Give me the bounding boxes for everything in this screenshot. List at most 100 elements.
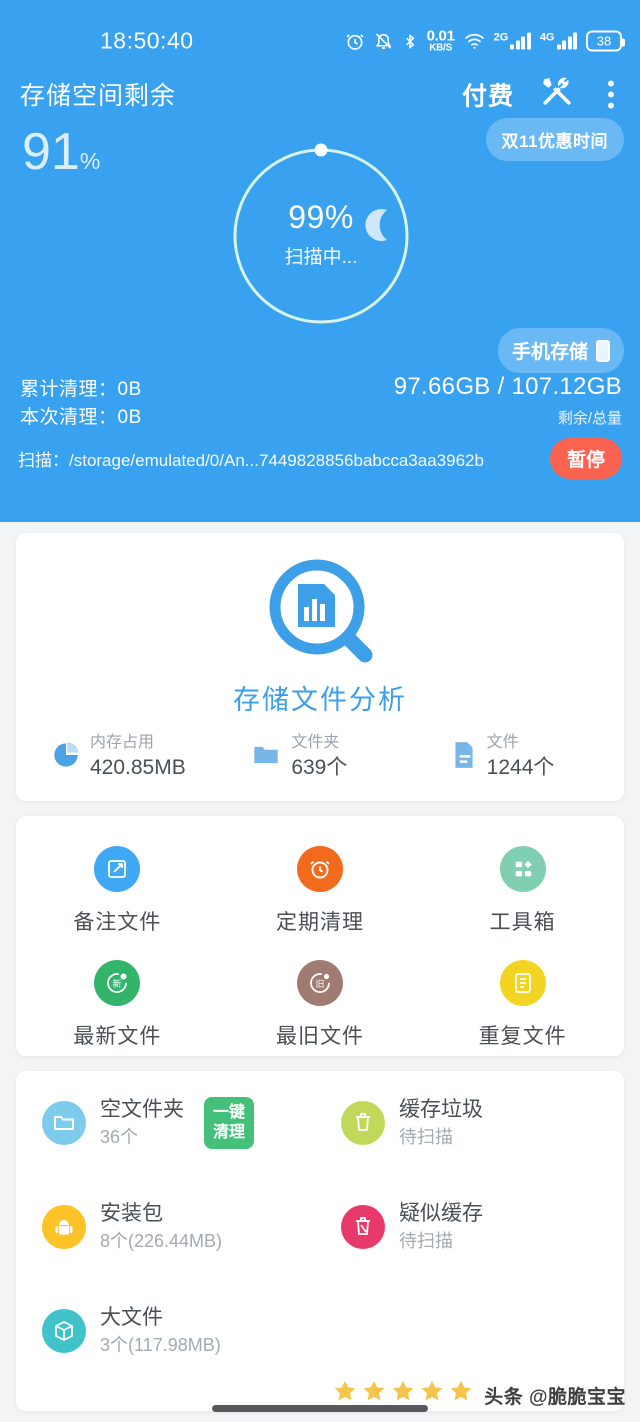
folder-icon: [251, 741, 281, 774]
bell-muted-icon: [374, 32, 393, 51]
list-item-cache-junk-name: 缓存垃圾: [399, 1098, 483, 1122]
shortcut-newest-files[interactable]: 新 最新文件: [16, 948, 219, 1062]
stat-files-label: 文件: [486, 734, 519, 751]
list-item-big-files[interactable]: 大文件 3个(117.98MB): [16, 1279, 325, 1383]
sim2-generation-label: 4G: [539, 31, 555, 44]
stat-memory-usage: 内存占用 420.85MB: [16, 733, 225, 781]
stat-folders-value: 639个: [291, 756, 348, 779]
list-item-suspected-cache[interactable]: 疑似缓存 待扫描: [325, 1175, 624, 1279]
junk-row-3: 大文件 3个(117.98MB): [16, 1279, 624, 1383]
storage-source-badge[interactable]: 手机存储: [497, 328, 624, 373]
pause-button[interactable]: 暂停: [549, 438, 622, 479]
alarm-icon: [345, 31, 365, 51]
shortcut-grid-row-1: 备注文件 定期清理 工具箱: [16, 834, 624, 948]
shortcut-grid: 备注文件 定期清理 工具箱 新 最新文件 旧 最旧文件 重复文件: [16, 834, 624, 1062]
total-cleaned-label: 累计清理：: [20, 379, 118, 400]
shortcut-note-files[interactable]: 备注文件: [16, 834, 219, 948]
scan-progress-percent: 99%: [288, 199, 354, 235]
shortcut-scheduled-clean-label: 定期清理: [276, 911, 364, 934]
list-item-empty-folders[interactable]: 空文件夹 36个 一键 清理: [16, 1071, 325, 1175]
pie-chart-icon: [52, 741, 80, 774]
percent-symbol: %: [79, 148, 101, 174]
empty-folder-icon: [42, 1101, 86, 1145]
list-item-empty-folders-sub: 36个: [100, 1127, 139, 1148]
storage-source-label: 手机存储: [511, 342, 588, 363]
junk-row-2: 安装包 8个(226.44MB) 疑似缓存 待扫描: [16, 1175, 624, 1279]
file-icon: [451, 740, 477, 775]
title-bar-actions: 付费: [462, 75, 622, 114]
one-key-clean-button[interactable]: 一键 清理: [204, 1097, 255, 1149]
shortcut-grid-row-2: 新 最新文件 旧 最旧文件 重复文件: [16, 948, 624, 1062]
duplicate-file-icon: [499, 960, 546, 1006]
shortcut-grid-card: 备注文件 定期清理 工具箱 新 最新文件 旧 最旧文件 重复文件: [16, 816, 624, 1056]
page-title: 存储空间剩余: [20, 82, 177, 110]
old-file-icon: 旧: [297, 960, 343, 1006]
storage-analysis-title: 存储文件分析: [233, 685, 407, 715]
shortcut-toolbox-label: 工具箱: [489, 911, 556, 934]
junk-category-list: 空文件夹 36个 一键 清理 缓存垃圾 待扫描 安装包 8个(226.44MB)…: [16, 1071, 624, 1383]
this-cleaned-row: 本次清理：0B: [20, 404, 142, 432]
title-bar: 存储空间剩余 付费: [0, 66, 640, 122]
app-root: 18:50:40 0.01 KB/S 2G 4G 38 存储空间剩余 付费 91…: [0, 0, 640, 1422]
battery-level-label: 38: [596, 33, 612, 49]
sim1-generation-label: 2G: [493, 31, 509, 44]
network-speed-value: 0.01: [426, 27, 455, 45]
total-cleaned-row: 累计清理：0B: [20, 376, 142, 404]
wifi-icon: [464, 33, 485, 50]
list-item-empty-folders-name: 空文件夹: [100, 1098, 184, 1122]
shortcut-oldest-files-label: 最旧文件: [276, 1025, 364, 1048]
big-file-box-icon: [42, 1308, 86, 1353]
storage-summary-value: 97.66GB / 107.12GB: [393, 373, 622, 400]
shortcut-scheduled-clean[interactable]: 定期清理: [219, 834, 422, 948]
toolbox-grid-icon: [499, 846, 546, 892]
list-item-big-files-name: 大文件: [100, 1305, 163, 1329]
list-item-apk-packages-sub: 8个(226.44MB): [100, 1231, 223, 1252]
shortcut-note-files-label: 备注文件: [73, 911, 162, 934]
storage-analysis-stats: 内存占用 420.85MB 文件夹 639个 文件 1244个: [16, 733, 624, 781]
stat-files-value: 1244个: [486, 756, 555, 779]
storage-analysis-card[interactable]: 存储文件分析 内存占用 420.85MB 文件夹 639个 文件 1244个: [16, 533, 624, 801]
trash-icon: [341, 1101, 385, 1145]
home-indicator[interactable]: [212, 1405, 428, 1412]
list-item-placeholder: [325, 1279, 624, 1383]
shortcut-oldest-files[interactable]: 旧 最旧文件: [219, 948, 422, 1062]
signal-2g-icon: 2G: [493, 31, 531, 50]
promo-badge[interactable]: 双11优惠时间: [485, 118, 624, 161]
list-item-cache-junk-sub: 待扫描: [399, 1127, 453, 1148]
tools-icon[interactable]: [540, 75, 574, 114]
network-speed-unit: KB/S: [429, 42, 452, 54]
list-item-suspected-cache-sub: 待扫描: [399, 1231, 453, 1252]
scan-status-label: 扫描中...: [284, 247, 358, 268]
signal-4g-icon: 4G: [539, 31, 577, 50]
storage-summary-caption: 剩余/总量: [557, 410, 622, 427]
suspected-cache-icon: [341, 1204, 385, 1249]
clean-stats: 累计清理：0B 本次清理：0B: [20, 376, 142, 432]
storage-summary: 97.66GB / 107.12GB 剩余/总量: [394, 373, 622, 428]
list-item-apk-packages-name: 安装包: [100, 1202, 163, 1225]
more-vertical-icon[interactable]: [600, 78, 622, 110]
watermark-label: 头条 @脆脆宝宝: [484, 1387, 626, 1408]
pay-button[interactable]: 付费: [462, 76, 514, 112]
scan-progress-ring: 99% 扫描中...: [228, 143, 414, 329]
battery-icon: 38: [586, 30, 625, 52]
status-bar-icons: 0.01 KB/S 2G 4G 38: [345, 27, 625, 54]
svg-text:旧: 旧: [315, 979, 324, 990]
status-bar-clock: 18:50:40: [100, 27, 194, 54]
shortcut-duplicate-files[interactable]: 重复文件: [421, 948, 624, 1062]
stat-memory-usage-label: 内存占用: [90, 734, 155, 751]
list-item-suspected-cache-name: 疑似缓存: [399, 1202, 483, 1225]
new-file-icon: 新: [94, 960, 141, 1006]
scan-path-label: 扫描：: [18, 451, 69, 470]
storage-analysis-magnifier-icon: [265, 555, 375, 675]
alarm-clock-icon: [297, 846, 343, 892]
free-space-percent-value: 91: [22, 123, 80, 181]
this-cleaned-label: 本次清理：: [20, 407, 118, 428]
list-item-cache-junk[interactable]: 缓存垃圾 待扫描: [325, 1071, 624, 1175]
stat-folders-label: 文件夹: [291, 734, 340, 751]
total-cleaned-value: 0B: [117, 379, 142, 400]
shortcut-toolbox[interactable]: 工具箱: [421, 834, 624, 948]
scan-path-row: 扫描：/storage/emulated/0/An...7449828856ba…: [18, 438, 622, 479]
phone-storage-icon: [596, 339, 610, 362]
bluetooth-icon: [402, 31, 418, 51]
list-item-apk-packages[interactable]: 安装包 8个(226.44MB): [16, 1175, 325, 1279]
